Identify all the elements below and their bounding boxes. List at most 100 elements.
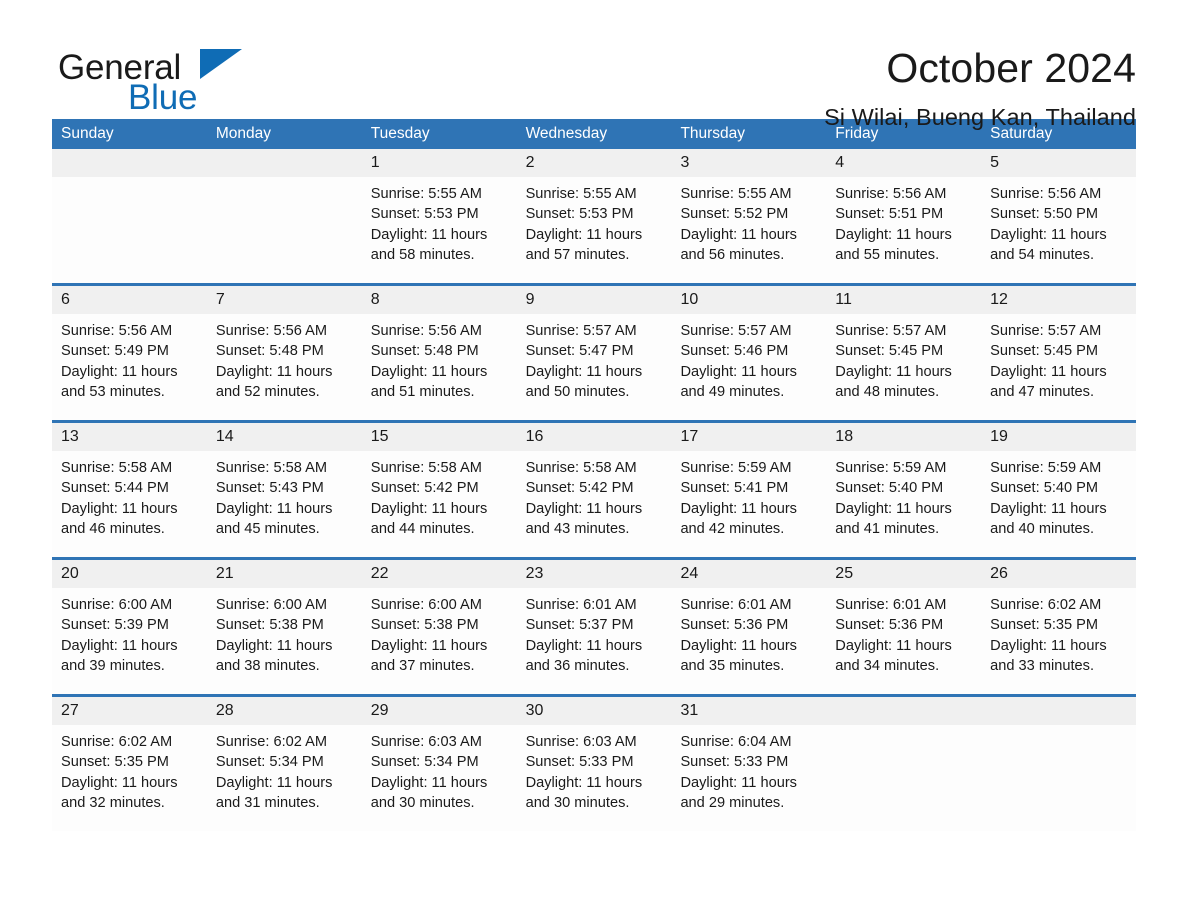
day-number: 8 bbox=[361, 286, 517, 314]
sunrise-text: Sunrise: 5:55 AM bbox=[370, 186, 482, 202]
calendar-day-cell[interactable]: 5 Sunrise: 5:56 AM Sunset: 5:50 PM Daylight… bbox=[981, 149, 1137, 283]
calendar-week-row: 27 Sunrise: 6:02 AM Sunset: 5:35 PM Dayligh… bbox=[52, 694, 1137, 831]
day-details: Sunrise: 6:02 AM Sunset: 5:35 PM Daylight:… bbox=[981, 588, 1137, 694]
day-details: Sunrise: 6:01 AM Sunset: 5:36 PM Daylight:… bbox=[826, 588, 982, 694]
daylight-text-line1: Daylight: 11 hours bbox=[215, 774, 333, 791]
sunrise-text: Sunrise: 5:56 AM bbox=[370, 323, 482, 339]
sunrise-text: Sunrise: 5:56 AM bbox=[990, 186, 1102, 202]
daylight-text-line1: Daylight: 11 hours bbox=[680, 363, 797, 380]
calendar-day-cell[interactable]: 25 Sunrise: 6:01 AM Sunset: 5:36 PM Dayligh… bbox=[826, 560, 982, 694]
daylight-text-line2: and 31 minutes. bbox=[215, 794, 320, 811]
day-details: Sunrise: 5:57 AM Sunset: 5:45 PM Daylight:… bbox=[826, 314, 982, 420]
daylight-text-line2: and 49 minutes. bbox=[680, 383, 785, 400]
daylight-text-line2: and 43 minutes. bbox=[525, 520, 630, 537]
sunrise-text: Sunrise: 5:55 AM bbox=[680, 186, 792, 202]
day-number: 15 bbox=[361, 423, 517, 451]
sunrise-text: Sunrise: 6:01 AM bbox=[680, 597, 792, 613]
day-number bbox=[206, 149, 362, 177]
calendar-day-cell[interactable]: 26 Sunrise: 6:02 AM Sunset: 5:35 PM Dayligh… bbox=[981, 560, 1137, 694]
calendar-day-cell[interactable]: 16 Sunrise: 5:58 AM Sunset: 5:42 PM Dayligh… bbox=[516, 423, 672, 557]
calendar-day-cell[interactable]: 24 Sunrise: 6:01 AM Sunset: 5:36 PM Dayligh… bbox=[671, 560, 827, 694]
sunrise-text: Sunrise: 5:58 AM bbox=[61, 460, 173, 476]
daylight-text-line1: Daylight: 11 hours bbox=[370, 363, 488, 380]
weekday-header-thursday: Thursday bbox=[680, 125, 746, 142]
daylight-text-line2: and 55 minutes. bbox=[835, 246, 940, 263]
sunrise-text: Sunrise: 6:02 AM bbox=[990, 597, 1102, 613]
calendar-day-cell[interactable]: 18 Sunrise: 5:59 AM Sunset: 5:40 PM Dayligh… bbox=[826, 423, 982, 557]
day-details: Sunrise: 5:56 AM Sunset: 5:50 PM Daylight:… bbox=[981, 177, 1137, 283]
daylight-text-line2: and 51 minutes. bbox=[370, 383, 475, 400]
page-title: October 2024 bbox=[886, 45, 1136, 91]
daylight-text-line1: Daylight: 11 hours bbox=[835, 637, 952, 654]
day-details: Sunrise: 6:03 AM Sunset: 5:33 PM Daylight:… bbox=[516, 725, 672, 831]
calendar-day-cell[interactable]: 17 Sunrise: 5:59 AM Sunset: 5:41 PM Dayligh… bbox=[671, 423, 827, 557]
calendar-table: Sunday Monday Tuesday Wednesday Thursday Frid… bbox=[52, 119, 1137, 831]
sunset-text: Sunset: 5:36 PM bbox=[680, 617, 789, 634]
day-details: Sunrise: 5:57 AM Sunset: 5:45 PM Daylight:… bbox=[981, 314, 1137, 420]
daylight-text-line2: and 48 minutes. bbox=[835, 383, 940, 400]
calendar-day-cell[interactable]: 21 Sunrise: 6:00 AM Sunset: 5:38 PM Dayligh… bbox=[206, 560, 362, 694]
calendar-day-cell[interactable]: 2 Sunrise: 5:55 AM Sunset: 5:53 PM Daylight… bbox=[516, 149, 672, 283]
day-details: Sunrise: 5:56 AM Sunset: 5:51 PM Daylight:… bbox=[826, 177, 982, 283]
calendar-day-cell[interactable]: 15 Sunrise: 5:58 AM Sunset: 5:42 PM Dayligh… bbox=[361, 423, 517, 557]
calendar-day-cell[interactable]: 19 Sunrise: 5:59 AM Sunset: 5:40 PM Dayligh… bbox=[981, 423, 1137, 557]
calendar-day-cell[interactable]: 31 Sunrise: 6:04 AM Sunset: 5:33 PM Dayligh… bbox=[671, 697, 827, 831]
day-number: 29 bbox=[361, 697, 517, 725]
day-details: Sunrise: 6:02 AM Sunset: 5:35 PM Daylight:… bbox=[52, 725, 207, 831]
day-details: Sunrise: 6:01 AM Sunset: 5:37 PM Daylight:… bbox=[516, 588, 672, 694]
daylight-text-line1: Daylight: 11 hours bbox=[525, 363, 643, 380]
calendar-day-cell[interactable]: 1 Sunrise: 5:55 AM Sunset: 5:53 PM Daylight… bbox=[361, 149, 517, 283]
day-number: 17 bbox=[671, 423, 827, 451]
calendar-day-cell[interactable]: 9 Sunrise: 5:57 AM Sunset: 5:47 PM Daylight… bbox=[516, 286, 672, 420]
calendar-day-cell[interactable]: 6 Sunrise: 5:56 AM Sunset: 5:49 PM Daylight… bbox=[52, 286, 207, 420]
daylight-text-line1: Daylight: 11 hours bbox=[525, 226, 643, 243]
day-number: 6 bbox=[52, 286, 207, 314]
day-number: 11 bbox=[826, 286, 982, 314]
calendar-day-cell[interactable]: 12 Sunrise: 5:57 AM Sunset: 5:45 PM Dayligh… bbox=[981, 286, 1137, 420]
sunset-text: Sunset: 5:48 PM bbox=[370, 343, 479, 360]
day-details: Sunrise: 6:00 AM Sunset: 5:38 PM Daylight:… bbox=[361, 588, 517, 694]
sunrise-text: Sunrise: 6:00 AM bbox=[215, 597, 327, 613]
day-number: 27 bbox=[52, 697, 207, 725]
calendar-day-cell[interactable]: 7 Sunrise: 5:56 AM Sunset: 5:48 PM Daylight… bbox=[206, 286, 362, 420]
calendar-day-cell[interactable]: 3 Sunrise: 5:55 AM Sunset: 5:52 PM Daylight… bbox=[671, 149, 827, 283]
calendar-day-cell[interactable]: 30 Sunrise: 6:03 AM Sunset: 5:33 PM Dayligh… bbox=[516, 697, 672, 831]
day-number bbox=[981, 697, 1137, 725]
calendar-day-cell[interactable]: 29 Sunrise: 6:03 AM Sunset: 5:34 PM Dayligh… bbox=[361, 697, 517, 831]
calendar-day-cell[interactable]: 28 Sunrise: 6:02 AM Sunset: 5:34 PM Dayligh… bbox=[206, 697, 362, 831]
calendar-day-cell[interactable]: 8 Sunrise: 5:56 AM Sunset: 5:48 PM Daylight… bbox=[361, 286, 517, 420]
calendar-day-cell[interactable]: 23 Sunrise: 6:01 AM Sunset: 5:37 PM Dayligh… bbox=[516, 560, 672, 694]
day-details: Sunrise: 6:04 AM Sunset: 5:33 PM Daylight:… bbox=[671, 725, 827, 831]
calendar-day-cell[interactable]: 14 Sunrise: 5:58 AM Sunset: 5:43 PM Dayligh… bbox=[206, 423, 362, 557]
sunrise-text: Sunrise: 5:57 AM bbox=[835, 323, 947, 339]
day-number: 14 bbox=[206, 423, 362, 451]
logo-text-blue: Blue bbox=[128, 78, 198, 117]
day-details: Sunrise: 5:59 AM Sunset: 5:40 PM Daylight:… bbox=[981, 451, 1137, 557]
daylight-text-line1: Daylight: 11 hours bbox=[990, 637, 1107, 654]
day-number: 4 bbox=[826, 149, 982, 177]
daylight-text-line2: and 44 minutes. bbox=[370, 520, 475, 537]
day-details: Sunrise: 5:58 AM Sunset: 5:44 PM Daylight:… bbox=[52, 451, 207, 557]
calendar-day-cell[interactable]: 13 Sunrise: 5:58 AM Sunset: 5:44 PM Dayligh… bbox=[52, 423, 207, 557]
sunset-text: Sunset: 5:43 PM bbox=[215, 480, 324, 497]
calendar-day-cell[interactable]: 10 Sunrise: 5:57 AM Sunset: 5:46 PM Dayligh… bbox=[671, 286, 827, 420]
calendar-day-cell[interactable]: 11 Sunrise: 5:57 AM Sunset: 5:45 PM Dayligh… bbox=[826, 286, 982, 420]
calendar-day-cell[interactable]: 4 Sunrise: 5:56 AM Sunset: 5:51 PM Daylight… bbox=[826, 149, 982, 283]
daylight-text-line1: Daylight: 11 hours bbox=[990, 363, 1107, 380]
sunset-text: Sunset: 5:51 PM bbox=[835, 206, 944, 223]
calendar-week-row: 13 Sunrise: 5:58 AM Sunset: 5:44 PM Dayligh… bbox=[52, 420, 1137, 557]
daylight-text-line2: and 47 minutes. bbox=[990, 383, 1095, 400]
daylight-text-line1: Daylight: 11 hours bbox=[680, 500, 797, 517]
day-number: 19 bbox=[981, 423, 1137, 451]
calendar-day-cell[interactable]: 22 Sunrise: 6:00 AM Sunset: 5:38 PM Dayligh… bbox=[361, 560, 517, 694]
day-number: 26 bbox=[981, 560, 1137, 588]
daylight-text-line2: and 50 minutes. bbox=[525, 383, 630, 400]
daylight-text-line1: Daylight: 11 hours bbox=[835, 226, 952, 243]
daylight-text-line1: Daylight: 11 hours bbox=[835, 363, 952, 380]
day-number: 30 bbox=[516, 697, 672, 725]
calendar-day-cell[interactable]: 27 Sunrise: 6:02 AM Sunset: 5:35 PM Dayligh… bbox=[52, 697, 207, 831]
logo-triangle-icon bbox=[200, 49, 242, 79]
sunrise-text: Sunrise: 5:57 AM bbox=[525, 323, 637, 339]
page-header: General Blue October 2024 Si Wilai, Buen… bbox=[52, 0, 1136, 131]
calendar-day-cell[interactable]: 20 Sunrise: 6:00 AM Sunset: 5:39 PM Dayligh… bbox=[52, 560, 207, 694]
